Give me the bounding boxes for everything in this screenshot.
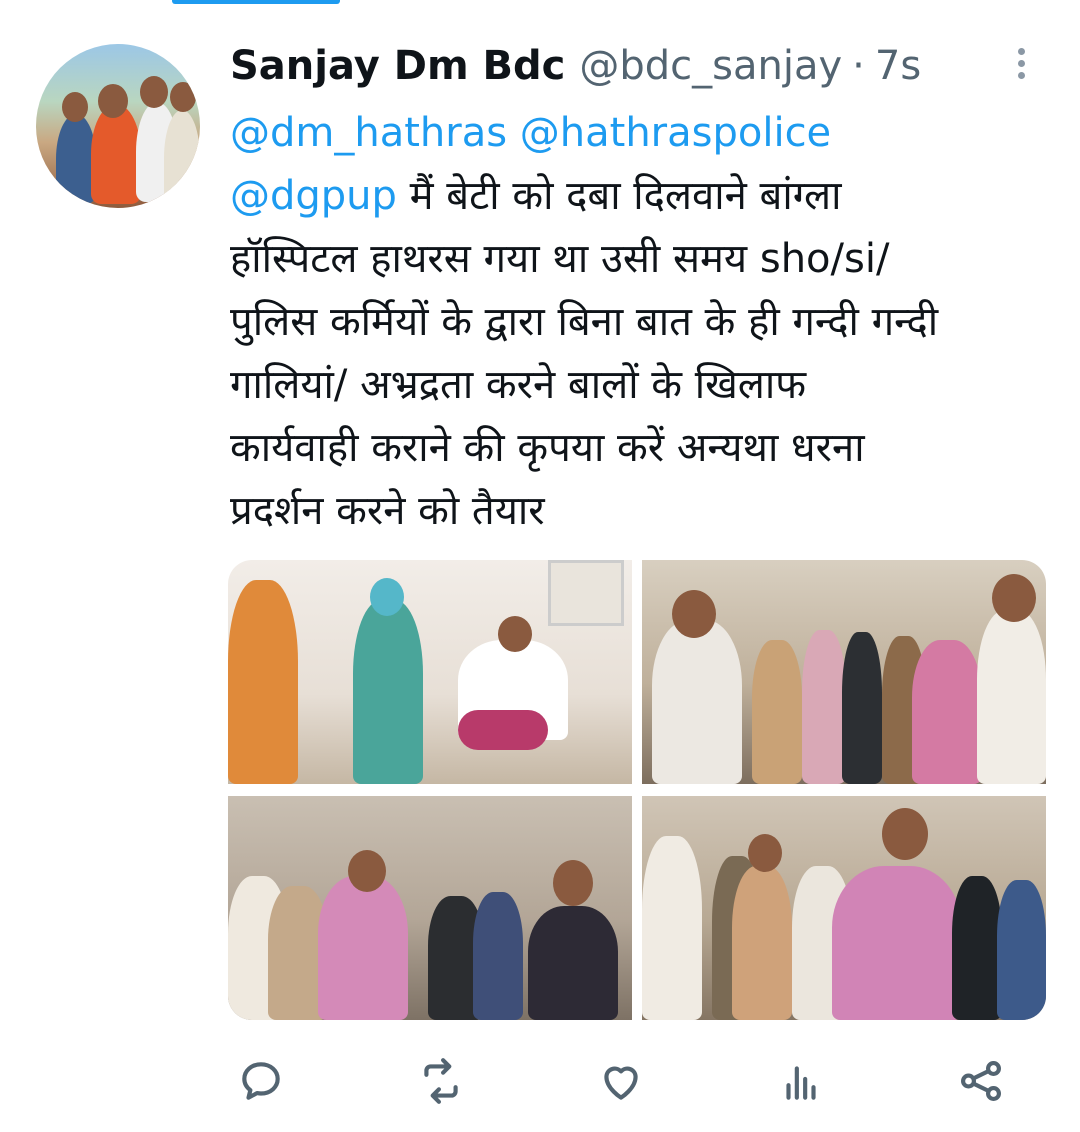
media-photo-2[interactable]	[642, 560, 1046, 784]
tweet-line-2: @dgpup मैं बेटी को दबा दिलवाने बांग्ला	[230, 165, 1060, 228]
mention-dm-hathras[interactable]: @dm_hathras	[230, 110, 507, 156]
tweet-line-3: हॉस्पिटल हाथरस गया था उसी समय sho/si/	[230, 236, 890, 282]
timestamp[interactable]: 7s	[875, 43, 921, 89]
tweet-line-4: पुलिस कर्मियों के द्वारा बिना बात के ही …	[230, 299, 939, 345]
tweet-line-7: प्रदर्शन करने को तैयार	[230, 488, 545, 534]
tweet-actions	[230, 1050, 1030, 1110]
media-grid	[228, 560, 1046, 1020]
tweet-header: Sanjay Dm Bdc @bdc_sanjay · 7s	[230, 38, 921, 94]
media-photo-3[interactable]	[228, 796, 632, 1020]
avatar[interactable]	[36, 44, 200, 208]
media-photo-4[interactable]	[642, 796, 1046, 1020]
mention-hathraspolice[interactable]: @hathraspolice	[520, 110, 831, 156]
tweet-text: @dm_hathras @hathraspolice @dgpup मैं बे…	[230, 102, 1060, 543]
author-handle[interactable]: @bdc_sanjay	[579, 43, 842, 89]
more-options-icon[interactable]	[1010, 44, 1032, 84]
mention-dgpup[interactable]: @dgpup	[230, 173, 397, 219]
tweet-line-2-text: मैं बेटी को दबा दिलवाने बांग्ला	[396, 173, 842, 219]
like-icon[interactable]	[596, 1056, 646, 1106]
tweet-line-5: गालियां/ अभ्रद्रता करने बालों के खिलाफ	[230, 362, 807, 408]
media-photo-1[interactable]	[228, 560, 632, 784]
tweet-line-6: कार्यवाही कराने की कृपया करें अन्यथा धरन…	[230, 425, 865, 471]
retweet-icon[interactable]	[416, 1056, 466, 1106]
views-icon[interactable]	[776, 1056, 826, 1106]
tweet-line-1: @dm_hathras @hathraspolice	[230, 102, 1060, 165]
author-name[interactable]: Sanjay Dm Bdc	[230, 43, 565, 89]
reply-icon[interactable]	[236, 1056, 286, 1106]
active-tab-indicator	[172, 0, 340, 4]
separator-dot: ·	[852, 43, 865, 89]
share-icon[interactable]	[956, 1056, 1006, 1106]
